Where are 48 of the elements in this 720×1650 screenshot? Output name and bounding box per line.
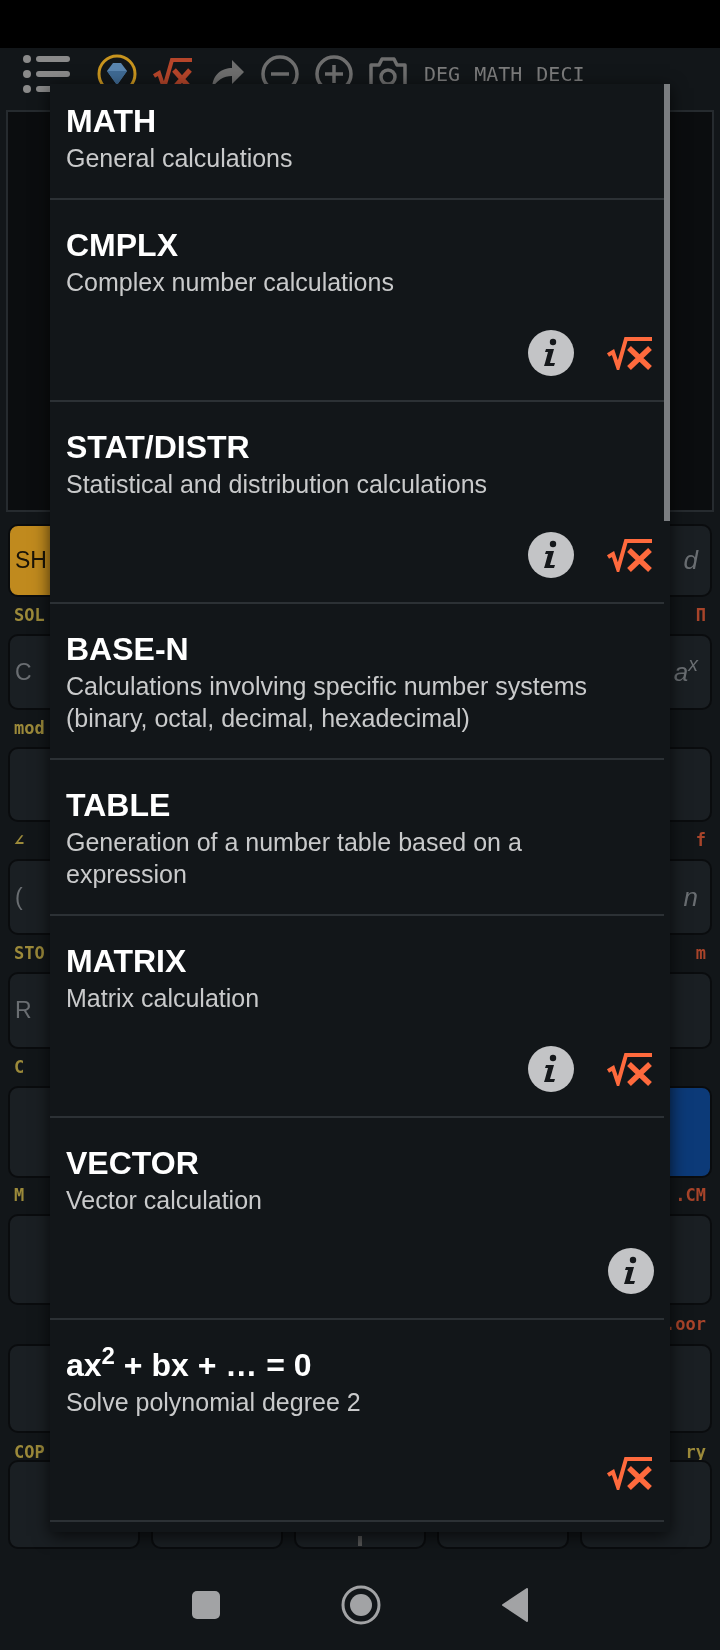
key-mark [358,1536,362,1546]
mode-description: Solve polynomial degree 2 [66,1387,362,1418]
key-caption: SOL [14,603,45,627]
info-icon[interactable] [608,1248,654,1294]
square-root-icon[interactable] [606,336,654,370]
scrollbar[interactable] [664,84,670,521]
info-icon[interactable] [528,330,574,376]
back-icon[interactable] [501,1588,529,1622]
mode-menu-item[interactable]: STAT/DISTR Statistical and distribution calculations [50,402,664,604]
square-root-icon[interactable] [606,1456,654,1490]
mode-title: CMPLX [66,226,178,264]
mode-description: Generation of a number table based on a expression [66,827,523,890]
key-caption: .oor [665,1312,706,1336]
key-caption: C [14,1055,25,1079]
key-caption: mod [14,716,45,740]
key-caption: m [695,941,706,965]
mode-menu-item[interactable]: VECTOR Vector calculation [50,1118,664,1320]
mode-title: MATRIX [66,942,187,980]
mode-description: Vector calculation [66,1185,263,1216]
mode-menu-item[interactable]: BASE-N Calculations involving specific number systems (binary, octal, decimal, hexadecimal) [50,604,664,760]
key-caption: Π [695,603,706,627]
menu-icon[interactable] [22,54,70,94]
key-caption: STO [14,941,45,965]
mode-menu-item[interactable]: MATRIX Matrix calculation [50,916,664,1118]
info-icon[interactable] [528,532,574,578]
mode-description: Matrix calculation [66,983,261,1014]
key-caption: ∠ [14,828,25,852]
home-icon[interactable] [341,1585,381,1625]
mode-title: TABLE [66,786,171,824]
mode-title: STAT/DISTR [66,428,250,466]
key-caption: f [695,828,706,852]
mode-menu-item[interactable]: TABLE Generation of a number table based on a expression [50,760,664,916]
recent-apps-icon[interactable] [191,1590,221,1620]
mode-description: General calculations [66,143,294,174]
mode-title: BASE-N [66,630,189,668]
mode-description: Calculations involving specific number systems (binary, octal, decimal, hexadecimal) [66,671,589,734]
mode-menu-item[interactable]: ax$^{2}$ + bx + … = 0 Solve polynomial degree 2 [50,1320,664,1522]
key-caption: COP [14,1440,45,1464]
mode-title: VECTOR [66,1144,199,1182]
square-root-icon[interactable] [606,1052,654,1086]
mode-description: Complex number calculations [66,267,395,298]
key-caption: M [14,1184,25,1208]
info-icon[interactable] [528,1046,574,1092]
mode-title: ax$^{2}$ + bx + … = 0 [66,1346,312,1384]
mode-title: MATH [66,102,157,140]
square-root-icon[interactable] [606,538,654,572]
mode-description: Statistical and distribution calculations [66,469,489,500]
key-caption: .CM [675,1184,706,1208]
